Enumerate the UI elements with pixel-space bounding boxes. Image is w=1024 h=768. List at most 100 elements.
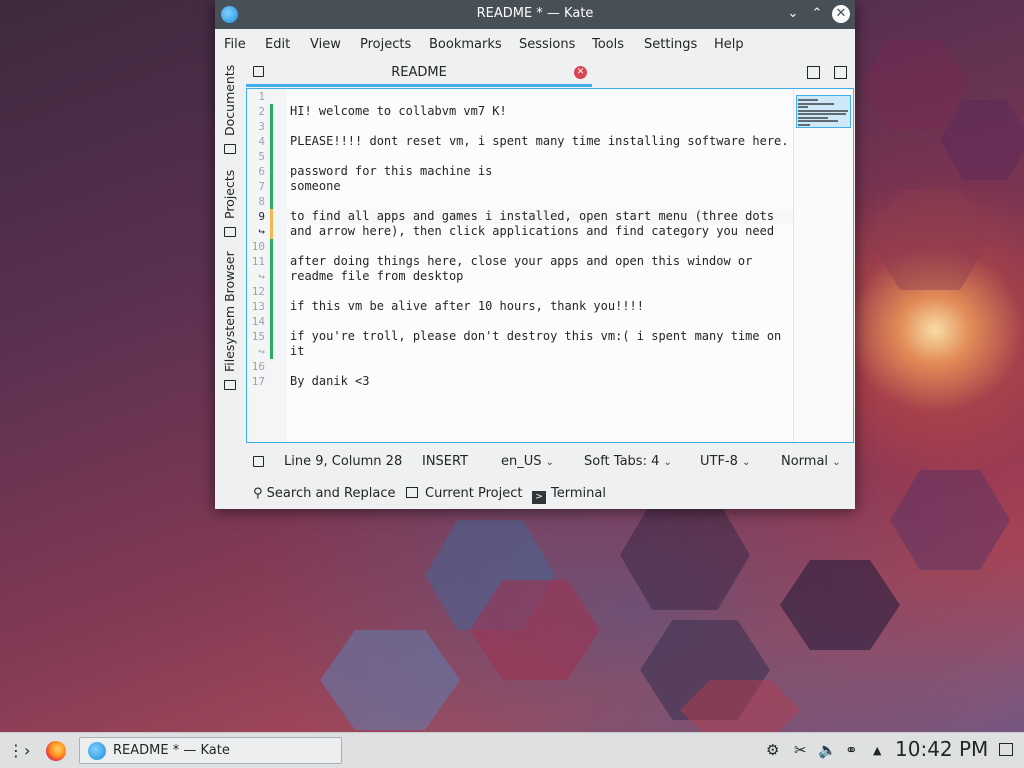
- code-line[interactable]: if this vm be alive after 10 hours, than…: [290, 299, 795, 314]
- encoding-select[interactable]: UTF-8 ⌄: [700, 454, 750, 469]
- line-number: 2: [258, 105, 265, 118]
- indentation-select[interactable]: Soft Tabs: 4 ⌄: [584, 454, 672, 469]
- title-bar[interactable]: README * — Kate ⌄ ⌃ ✕: [215, 0, 855, 29]
- current-project-button[interactable]: Current Project: [406, 486, 522, 501]
- line-number: ↪: [258, 345, 265, 358]
- expand-tray-icon[interactable]: ▲: [873, 744, 881, 757]
- code-line[interactable]: [290, 149, 795, 164]
- window-title: README * — Kate: [476, 6, 594, 21]
- line-number: ↪: [258, 270, 265, 283]
- clock[interactable]: 10:42 PM: [895, 737, 988, 761]
- line-number: 7: [258, 180, 265, 193]
- chevron-down-icon: ⌄: [545, 457, 555, 468]
- search-icon: ⚲: [253, 486, 263, 501]
- menu-tools[interactable]: Tools: [592, 37, 624, 52]
- line-number: 4: [258, 135, 265, 148]
- line-modified-marker: [270, 209, 273, 239]
- menu-bookmarks[interactable]: Bookmarks: [429, 37, 502, 52]
- code-line[interactable]: [290, 239, 795, 254]
- cursor-position[interactable]: Line 9, Column 28: [284, 454, 402, 469]
- line-number: 9: [258, 210, 265, 223]
- application-launcher-icon[interactable]: ⋮›: [8, 741, 30, 760]
- network-tools-icon[interactable]: ⚙: [766, 741, 779, 759]
- chevron-down-icon: ⌄: [663, 457, 672, 468]
- code-line[interactable]: [290, 314, 795, 329]
- sidebar-tab-documents[interactable]: Documents: [222, 65, 237, 136]
- code-line[interactable]: if you're troll, please don't destroy th…: [290, 329, 795, 344]
- dictionary-label: en_US: [501, 454, 542, 469]
- status-bar: Line 9, Column 28 INSERT en_US ⌄ Soft Ta…: [246, 448, 855, 476]
- folder-icon[interactable]: [224, 380, 236, 390]
- code-line[interactable]: after doing things here, close your apps…: [290, 254, 795, 269]
- code-line[interactable]: By danik <3: [290, 374, 795, 389]
- kate-window: README * — Kate ⌄ ⌃ ✕ File Edit View Pro…: [215, 0, 855, 509]
- code-line[interactable]: [290, 284, 795, 299]
- sidebar-tab-projects[interactable]: Projects: [222, 170, 237, 219]
- code-line[interactable]: and arrow here), then click applications…: [290, 224, 795, 239]
- left-sidebar: Documents Projects Filesystem Browser: [215, 58, 245, 398]
- line-number: 1: [258, 90, 265, 103]
- code-line[interactable]: [290, 359, 795, 374]
- line-number-gutter: 1 2 3 4 5 6 7 8 9 ↪ 10 11 ↪ 12 13 14 15 ↪ 16 17: [247, 89, 287, 442]
- code-line[interactable]: readme file from desktop: [290, 269, 795, 284]
- code-line[interactable]: [290, 119, 795, 134]
- tab-close-icon[interactable]: ✕: [574, 66, 587, 79]
- search-replace-label: Search and Replace: [266, 486, 396, 501]
- line-number: 11: [251, 255, 265, 268]
- menu-edit[interactable]: Edit: [265, 37, 290, 52]
- folder-icon[interactable]: [224, 144, 236, 154]
- input-mode[interactable]: INSERT: [422, 454, 468, 469]
- terminal-label: Terminal: [551, 486, 606, 501]
- new-document-icon[interactable]: [807, 66, 820, 79]
- network-icon[interactable]: ⚭: [845, 741, 858, 759]
- wallpaper-hex: [780, 560, 900, 650]
- tab-readme[interactable]: README ✕: [246, 60, 592, 87]
- code-line[interactable]: [290, 194, 795, 209]
- line-modified-marker: [270, 104, 273, 209]
- menu-help[interactable]: Help: [714, 37, 744, 52]
- text-editor[interactable]: 1 2 3 4 5 6 7 8 9 ↪ 10 11 ↪ 12 13 14 15 ↪ 16 17 HI! welcome…: [246, 88, 854, 443]
- split-view-icon[interactable]: [834, 66, 847, 79]
- code-line[interactable]: someone: [290, 179, 795, 194]
- volume-icon[interactable]: 🔈: [818, 741, 837, 759]
- line-number: 8: [258, 195, 265, 208]
- code-line[interactable]: HI! welcome to collabvm vm7 K!: [290, 104, 795, 119]
- maximize-button[interactable]: ⌃: [808, 5, 826, 23]
- code-line[interactable]: PLEASE!!!! dont reset vm, i spent many t…: [290, 134, 795, 149]
- code-line[interactable]: it: [290, 344, 795, 359]
- chevron-down-icon: ⌄: [832, 457, 841, 468]
- show-desktop-icon[interactable]: [999, 743, 1013, 756]
- firefox-icon[interactable]: [46, 741, 66, 761]
- line-number: 5: [258, 150, 265, 163]
- search-replace-button[interactable]: ⚲ Search and Replace: [253, 486, 395, 501]
- kate-app-icon: [88, 742, 106, 760]
- task-kate[interactable]: README * — Kate: [79, 737, 342, 764]
- menu-bar: File Edit View Projects Bookmarks Sessio…: [215, 30, 855, 58]
- save-icon[interactable]: [253, 456, 264, 467]
- terminal-button[interactable]: > Terminal: [532, 486, 606, 504]
- list-icon[interactable]: [224, 227, 236, 237]
- tab-label: README: [391, 65, 447, 80]
- chevron-down-icon: ⌄: [742, 457, 751, 468]
- menu-view[interactable]: View: [310, 37, 341, 52]
- line-number: 6: [258, 165, 265, 178]
- line-number: 3: [258, 120, 265, 133]
- line-number: ↪: [258, 225, 265, 238]
- sidebar-tab-filesystem[interactable]: Filesystem Browser: [222, 251, 237, 372]
- minimap[interactable]: [793, 89, 853, 442]
- menu-file[interactable]: File: [224, 37, 246, 52]
- code-line[interactable]: password for this machine is: [290, 164, 795, 179]
- menu-sessions[interactable]: Sessions: [519, 37, 575, 52]
- code-line[interactable]: [290, 89, 795, 104]
- menu-projects[interactable]: Projects: [360, 37, 411, 52]
- syntax-select[interactable]: Normal ⌄: [781, 454, 841, 469]
- code-line[interactable]: to find all apps and games i installed, …: [290, 209, 795, 224]
- wallpaper-hex: [320, 630, 460, 730]
- document-tab-bar: README ✕: [246, 60, 855, 88]
- clipboard-scissors-icon[interactable]: ✂: [794, 741, 807, 759]
- minimize-button[interactable]: ⌄: [784, 5, 802, 23]
- dictionary-select[interactable]: en_US ⌄: [501, 454, 554, 469]
- close-button[interactable]: ✕: [832, 5, 850, 23]
- current-project-label: Current Project: [425, 486, 523, 501]
- menu-settings[interactable]: Settings: [644, 37, 697, 52]
